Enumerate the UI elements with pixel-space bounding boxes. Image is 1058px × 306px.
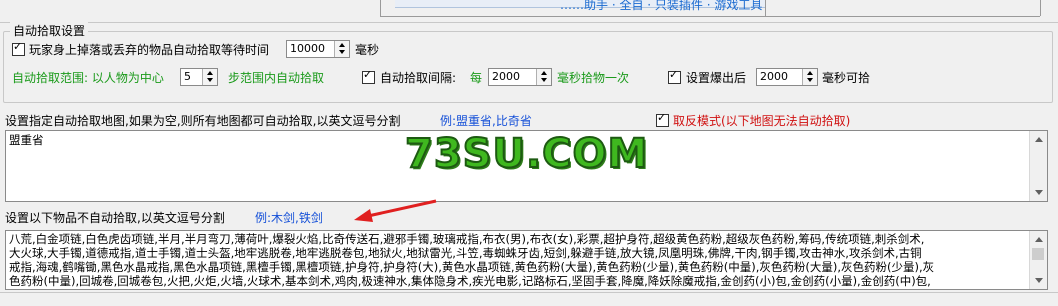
scroll-down-icon[interactable] bbox=[1031, 273, 1046, 288]
scroll-down-icon[interactable] bbox=[1031, 185, 1046, 200]
exclude-items-example: 例:木剑,铁剑 bbox=[255, 211, 323, 225]
wait-time-value[interactable]: 10000 bbox=[290, 42, 325, 55]
wait-time-spinner[interactable]: 10000 bbox=[286, 40, 350, 58]
drop-delay-spinner[interactable]: 2000 bbox=[756, 68, 818, 86]
top-panel-divider bbox=[765, 0, 766, 16]
range-label: 自动拾取范围: 以人物为中心 bbox=[12, 71, 164, 85]
range-spinner[interactable]: 5 bbox=[180, 68, 218, 86]
exclude-items-textarea[interactable]: 八荒,白金项链,白色虎齿项链,半月,半月弯刀,薄荷叶,爆裂火焰,比奇传送石,避邪… bbox=[5, 230, 1048, 290]
scroll-up-icon[interactable] bbox=[1031, 232, 1046, 247]
top-partial-text: ……助手 · 全自 · 只装插件 · 游戏工具 bbox=[560, 0, 763, 12]
wait-time-label: 玩家身上掉落或丢弃的物品自动拾取等待时间 bbox=[29, 43, 270, 57]
bottom-divider bbox=[0, 292, 1058, 293]
drop-delay-checkbox[interactable] bbox=[668, 68, 681, 84]
exclude-line: 八荒,白金项链,白色虎齿项链,半月,半月弯刀,薄荷叶,爆裂火焰,比奇传送石,避邪… bbox=[9, 232, 925, 246]
top-panel-border-bottom bbox=[380, 16, 1040, 17]
interval-spinner[interactable]: 2000 bbox=[488, 68, 552, 86]
interval-checkbox[interactable] bbox=[362, 68, 375, 84]
scroll-thumb[interactable] bbox=[1032, 248, 1044, 260]
map-filter-text[interactable]: 盟重省 bbox=[9, 133, 44, 147]
wait-time-unit: 毫秒 bbox=[355, 43, 380, 57]
map-filter-scrollbar[interactable] bbox=[1029, 131, 1047, 201]
drop-delay-spin-buttons[interactable] bbox=[802, 69, 817, 85]
top-panel-border-left bbox=[380, 0, 381, 16]
interval-unit: 毫秒拾物一次 bbox=[557, 71, 630, 85]
range-value[interactable]: 5 bbox=[184, 70, 191, 83]
exclude-line: 大火球,大手镯,道德戒指,道士手镯,道士头盔,地牢逃脱卷,地牢逃脱卷包,地狱火,… bbox=[9, 246, 922, 260]
exclude-line: 戒指,海魂,鹤嘴锄,黑色水晶戒指,黑色水晶项链,黑檀手镯,黑檀项链,护身符,护身… bbox=[9, 260, 935, 274]
map-filter-example: 例:盟重省,比奇省 bbox=[440, 114, 532, 128]
reverse-mode-checkbox[interactable] bbox=[656, 111, 669, 127]
scroll-up-icon[interactable] bbox=[1031, 132, 1046, 147]
drop-delay-value[interactable]: 2000 bbox=[760, 70, 788, 83]
site-watermark: 73SU.COM bbox=[404, 130, 649, 178]
exclude-line: 色药粉(中量),回城卷,回城卷包,火把,火炬,火墙,火球术,基本剑术,鸡肉,极速… bbox=[9, 274, 931, 288]
range-spin-buttons[interactable] bbox=[202, 69, 217, 85]
map-filter-label: 设置指定自动拾取地图,如果为空,则所有地图都可自动拾取,以英文逗号分割 bbox=[5, 114, 401, 128]
range-unit: 步范围内自动拾取 bbox=[228, 71, 325, 85]
red-arrow-icon bbox=[354, 199, 437, 222]
wait-time-checkbox[interactable] bbox=[12, 40, 25, 56]
exclude-items-text[interactable]: 八荒,白金项链,白色虎齿项链,半月,半月弯刀,薄荷叶,爆裂火焰,比奇传送石,避邪… bbox=[9, 232, 1027, 288]
interval-label: 自动拾取间隔: bbox=[380, 71, 457, 85]
drop-delay-unit: 毫秒可拾 bbox=[822, 71, 871, 85]
interval-spin-buttons[interactable] bbox=[536, 69, 551, 85]
interval-value[interactable]: 2000 bbox=[492, 70, 520, 83]
wait-time-spin-buttons[interactable] bbox=[334, 41, 349, 57]
top-panel-border-right bbox=[1040, 0, 1041, 16]
exclude-items-label: 设置以下物品不自动拾取,以英文逗号分割 bbox=[5, 211, 225, 225]
reverse-mode-label: 取反模式(以下地图无法自动拾取) bbox=[673, 114, 851, 128]
drop-delay-label: 设置爆出后 bbox=[686, 71, 747, 85]
auto-pickup-group-title: 自动拾取设置 bbox=[10, 22, 89, 39]
exclude-items-scrollbar[interactable] bbox=[1029, 231, 1047, 289]
interval-prefix: 每 bbox=[470, 71, 483, 85]
